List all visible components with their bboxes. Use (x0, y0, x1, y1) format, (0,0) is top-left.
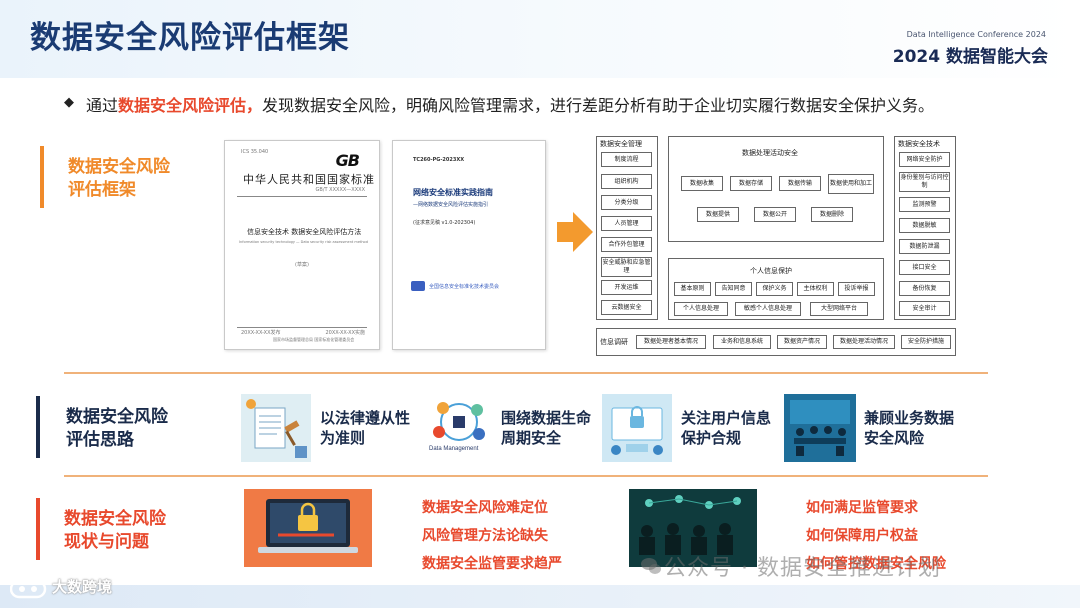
fw-info-item: 数据处理活动情况 (833, 335, 895, 349)
fw-pi-item: 主体权利 (797, 282, 834, 296)
section-label-status: 数据安全风险 现状与问题 (64, 509, 166, 552)
fw-pi-item: 保护义务 (756, 282, 793, 296)
doc-ics-code: ICS 35.040 (241, 149, 269, 155)
business-meeting-icon (784, 394, 856, 462)
laptop-security-icon (244, 489, 372, 567)
intro-suffix: 发现数据安全风险，明确风险管理需求，进行差距分析有助于企业切实履行数据安全保护义… (262, 96, 935, 115)
fw-left-title: 数据安全管理 (600, 140, 642, 148)
doc-tc-code: TC260-PG-2023XX (413, 157, 465, 163)
doc-rule-bottom (237, 327, 367, 328)
doc-issuer: 国家市场监督管理总局 国家标准化管理委员会 (273, 337, 355, 342)
doc-standard-name: 中华人民共和国国家标准 (243, 173, 375, 186)
fw-info-item: 业务和信息系统 (713, 335, 771, 349)
fw-pi-item: 告知同意 (715, 282, 752, 296)
doc-gb-title-en: Information security technology — Data s… (239, 240, 368, 244)
arrow-right-icon (557, 212, 593, 252)
doc-draft-label: (草案) (295, 262, 309, 268)
fw-right-item: 监测预警 (899, 197, 950, 212)
doc-tc-org: 全国信息安全标准化技术委员会 (429, 284, 500, 290)
fw-processing-title: 数据处理活动安全 (742, 149, 798, 157)
section-divider (64, 372, 988, 374)
intro-highlight: 数据安全风险评估， (118, 96, 263, 115)
fw-left-item: 云数据安全 (601, 300, 652, 315)
fw-right-title: 数据安全技术 (898, 140, 940, 148)
conference-name-cn: 2024 数据智能大会 (892, 47, 1048, 67)
diamond-bullet-icon: ◆ (64, 95, 74, 110)
doc-tc-version: (征求意见稿 v1.0-202304) (413, 220, 476, 226)
fw-left-item: 合作外包管理 (601, 237, 652, 252)
doc-date-implement: 20XX-XX-XX实施 (325, 330, 365, 336)
intro-prefix: 通过 (86, 96, 119, 115)
fw-pi-item: 大型网络平台 (810, 302, 868, 316)
fw-left-item: 开发运维 (601, 280, 652, 295)
fw-right-item: 备份恢复 (899, 281, 950, 296)
gb-logo-icon: GB (335, 151, 360, 170)
fw-right-item: 网络安全防护 (899, 152, 950, 167)
doc-tc-title: 网络安全标准实践指南 (413, 188, 493, 197)
watermark-left: 大数跨境 (52, 578, 113, 596)
fw-left-item: 安全威胁和应急管理 (601, 257, 652, 277)
doc-tc-subtitle: —网络数据安全风险评估实施指引 (413, 202, 489, 208)
conference-name-en: Data Intelligence Conference 2024 (906, 30, 1046, 39)
fw-pi-item: 投诉举报 (838, 282, 875, 296)
watermark-logo-icon (10, 579, 47, 599)
fw-left-item: 制度流程 (601, 152, 652, 167)
thinking-point-business: 兼顾业务数据 安全风险 (864, 409, 955, 447)
fw-pi-item: 个人信息处理 (674, 302, 728, 316)
fw-info-item: 数据资产情况 (777, 335, 827, 349)
issue-item: 如何满足监管要求 (806, 500, 918, 516)
issue-item: 数据安全风险难定位 (422, 500, 548, 516)
fw-right-item: 数据脱敏 (899, 218, 950, 233)
fw-processing-item: 数据使用和加工 (828, 174, 874, 194)
fw-right-item: 身份鉴别与访问控制 (899, 172, 950, 192)
issue-item: 风险管理方法论缺失 (422, 528, 548, 544)
doc-number: GB/T XXXXX—XXXX (315, 187, 365, 193)
fw-info-label: 信息调研 (600, 338, 628, 346)
fw-left-item: 人员管理 (601, 216, 652, 231)
fw-info-item: 数据处理者基本情况 (636, 335, 706, 349)
fw-right-item: 接口安全 (899, 260, 950, 275)
gb-standard-document: ICS 35.040 GB 中华人民共和国国家标准 GB/T XXXXX—XXX… (224, 140, 380, 350)
section-label-framework: 数据安全风险 评估框架 (68, 157, 170, 200)
fw-pi-title: 个人信息保护 (750, 267, 792, 275)
fw-processing-item: 数据公开 (754, 207, 796, 222)
thinking-point-legal: 以法律遵从性 为准则 (320, 409, 411, 447)
fw-processing-item: 数据删除 (811, 207, 853, 222)
doc-gb-title: 信息安全技术 数据安全风险评估方法 (247, 228, 362, 236)
issue-item: 如何保障用户权益 (806, 528, 918, 544)
section-bar-framework (40, 146, 44, 208)
legal-documents-icon (241, 394, 311, 462)
fw-pi-item: 基本原则 (674, 282, 711, 296)
footer-band (0, 585, 1080, 608)
fw-processing-item: 数据存储 (730, 176, 772, 191)
thinking-point-user: 关注用户信息 保护合规 (681, 409, 772, 447)
section-label-thinking: 数据安全风险 评估思路 (66, 407, 168, 450)
fw-processing-item: 数据收集 (681, 176, 723, 191)
fw-left-item: 分类分级 (601, 195, 652, 210)
data-management-icon: Data Management (423, 394, 495, 462)
doc-rule (237, 196, 367, 197)
data-management-caption: Data Management (429, 446, 479, 452)
fw-processing-item: 数据传输 (779, 176, 821, 191)
tc260-logo-icon (411, 281, 425, 291)
tc260-guide-document: TC260-PG-2023XX 网络安全标准实践指南 —网络数据安全风险评估实施… (392, 140, 546, 350)
section-divider (64, 475, 988, 477)
issue-item: 数据安全监管要求趋严 (422, 556, 562, 572)
doc-date-publish: 20XX-XX-XX发布 (241, 330, 281, 336)
wechat-icon (641, 558, 661, 574)
page-title: 数据安全风险评估框架 (30, 20, 350, 56)
fw-info-item: 安全防护措施 (901, 335, 951, 349)
user-protection-icon (602, 394, 672, 462)
section-bar-status (36, 498, 40, 560)
fw-right-item: 数据防泄漏 (899, 239, 950, 254)
fw-processing-item: 数据提供 (697, 207, 739, 222)
watermark-right: 公众号 · 数据安全推进计划 (664, 556, 941, 581)
fw-left-item: 组织机构 (601, 174, 652, 189)
thinking-point-lifecycle: 围绕数据生命 周期安全 (501, 409, 592, 447)
fw-pi-item: 敏感个人信息处理 (735, 302, 801, 316)
intro-text: 通过数据安全风险评估，发现数据安全风险，明确风险管理需求，进行差距分析有助于企业… (86, 92, 934, 116)
fw-right-item: 安全审计 (899, 301, 950, 316)
section-bar-thinking (36, 396, 40, 458)
